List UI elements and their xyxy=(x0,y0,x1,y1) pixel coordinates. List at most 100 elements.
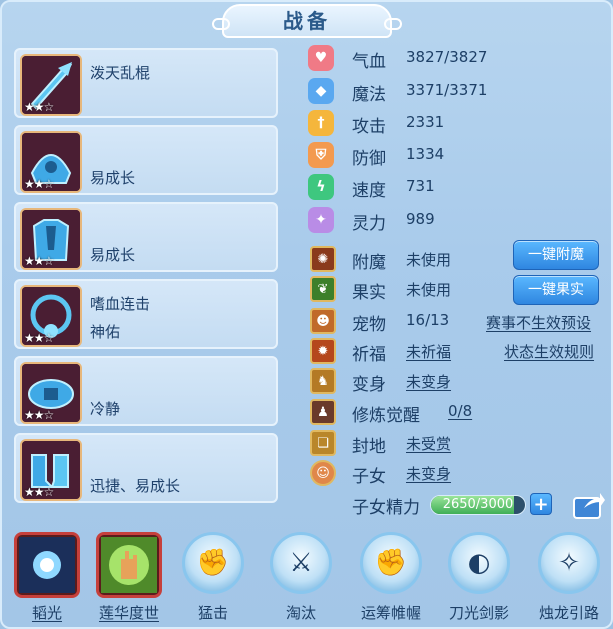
slot-label: 封地 xyxy=(352,437,386,457)
slot-value: 16/13 xyxy=(406,311,450,329)
slot-cultivate[interactable]: ♟ 修炼觉醒 0/8 xyxy=(308,399,608,427)
equip-slot-1[interactable]: ★★☆ 泼天乱棍 xyxy=(14,48,278,118)
slot-value[interactable]: 未受赏 xyxy=(406,433,451,454)
mana-icon: ◆ xyxy=(308,78,334,104)
one-key-enchant-button[interactable]: 一键附魔 xyxy=(513,240,599,270)
transform-icon: ♞ xyxy=(310,368,336,394)
necklace-icon: ★★☆ xyxy=(20,285,82,347)
heart-icon: ♥ xyxy=(308,45,334,71)
armor-icon: ★★☆ xyxy=(20,208,82,270)
skill-label: 刀光剑影 xyxy=(448,604,509,622)
skill-4[interactable]: ⚔ 淘汰 xyxy=(264,532,338,628)
stat-hp: ♥ 气血 3827/3827 xyxy=(308,45,608,73)
stat-label: 攻击 xyxy=(352,117,386,137)
skill-label: 淘汰 xyxy=(285,604,316,622)
skill-3[interactable]: ✊ 猛击 xyxy=(176,532,250,628)
slot-territory[interactable]: ❏ 封地 未受赏 xyxy=(308,430,608,458)
slot-label: 子女 xyxy=(352,467,386,487)
slot-transform[interactable]: ♞ 变身 未变身 xyxy=(308,368,608,396)
dragon-icon: ✧ xyxy=(538,532,600,594)
stat-mp: ◆ 魔法 3371/3371 xyxy=(308,78,608,106)
skill-label: 运筹帷幄 xyxy=(360,604,421,622)
share-icon[interactable] xyxy=(572,490,606,520)
slot-label: 变身 xyxy=(352,375,386,395)
blessing-icon: ✹ xyxy=(310,338,336,364)
slot-label: 附魔 xyxy=(352,253,386,273)
stat-label: 魔法 xyxy=(352,85,386,105)
meditation-icon: ♟ xyxy=(310,399,336,425)
skill-label: 猛击 xyxy=(197,604,228,622)
helmet-icon: ★★☆ xyxy=(20,131,82,193)
status-rule-link[interactable]: 状态生效规则 xyxy=(504,341,594,362)
stat-spirit: ✦ 灵力 989 xyxy=(308,207,608,235)
equip-attr: 迅捷、易成长 xyxy=(90,477,181,495)
fist-icon: ✊ xyxy=(182,532,244,594)
stat-label: 防御 xyxy=(352,149,386,169)
stat-label: 气血 xyxy=(352,52,386,72)
enchant-icon: ✺ xyxy=(310,246,336,272)
star-rating: ★★☆ xyxy=(24,100,54,114)
slot-value[interactable]: 0/8 xyxy=(448,402,472,420)
skill-2[interactable]: 莲华度世 xyxy=(92,532,166,628)
stat-label: 灵力 xyxy=(352,214,386,234)
equip-attr: 易成长 xyxy=(90,246,136,264)
equip-slot-2[interactable]: ★★☆ 易成长 xyxy=(14,125,278,195)
equip-attr: 易成长 xyxy=(90,169,136,187)
panel-title: 战备 xyxy=(212,4,402,38)
stat-defense: ⛨ 防御 1334 xyxy=(308,142,608,170)
boots-icon: ★★☆ xyxy=(20,439,82,501)
slot-value: 未使用 xyxy=(406,281,452,299)
lightning-icon: ϟ xyxy=(308,174,334,200)
equip-slot-6[interactable]: ★★☆ 迅捷、易成长 xyxy=(14,433,278,503)
belt-icon: ★★☆ xyxy=(20,362,82,424)
stat-attack: † 攻击 2331 xyxy=(308,110,608,138)
one-key-fruit-button[interactable]: 一键果实 xyxy=(513,275,599,305)
star-rating: ★★☆ xyxy=(24,408,54,422)
raised-fist-icon: ✊ xyxy=(360,532,422,594)
equip-name: 泼天乱棍 xyxy=(90,64,151,82)
stat-value: 1334 xyxy=(406,145,445,163)
skill-7[interactable]: ✧ 烛龙引路 xyxy=(532,532,606,628)
slot-value[interactable]: 未祈福 xyxy=(406,341,451,362)
tournament-preset-link[interactable]: 赛事不生效预设 xyxy=(486,312,591,333)
skill-label: 韬光 xyxy=(31,604,62,622)
child-icon: ☺ xyxy=(310,460,336,486)
lotus-hand-icon xyxy=(96,532,162,598)
slot-label: 果实 xyxy=(352,283,386,303)
child-energy-value: 2650/3000 xyxy=(442,497,514,512)
equip-name: 嗜血连击 xyxy=(90,295,151,313)
equip-attr: 神佑 xyxy=(90,323,121,341)
skill-label: 莲华度世 xyxy=(98,604,159,622)
spirit-icon: ✦ xyxy=(308,207,334,233)
equip-slot-4[interactable]: ★★☆ 嗜血连击 神佑 xyxy=(14,279,278,349)
equip-slot-5[interactable]: ★★☆ 冷静 xyxy=(14,356,278,426)
skill-5[interactable]: ✊ 运筹帷幄 xyxy=(354,532,428,628)
stat-value: 2331 xyxy=(406,113,445,131)
slot-value[interactable]: 未变身 xyxy=(406,463,451,484)
star-rating: ★★☆ xyxy=(24,485,54,499)
stat-speed: ϟ 速度 731 xyxy=(308,174,608,202)
shield-icon: ⛨ xyxy=(308,142,334,168)
stat-value: 989 xyxy=(406,210,435,228)
child-energy-label: 子女精力 xyxy=(352,498,420,518)
skill-label: 烛龙引路 xyxy=(538,604,599,622)
slot-label: 宠物 xyxy=(352,315,386,335)
stat-value: 3371/3371 xyxy=(406,81,488,99)
stat-label: 速度 xyxy=(352,181,386,201)
stat-value: 3827/3827 xyxy=(406,48,488,66)
sword-slash-icon: ◐ xyxy=(448,532,510,594)
child-energy-bar: 2650/3000 xyxy=(430,495,526,515)
skill-6[interactable]: ◐ 刀光剑影 xyxy=(442,532,516,628)
equip-attr: 冷静 xyxy=(90,400,121,418)
equip-slot-3[interactable]: ★★☆ 易成长 xyxy=(14,202,278,272)
slot-label: 修炼觉醒 xyxy=(352,406,420,426)
fruit-icon: ❦ xyxy=(310,276,336,302)
skill-1[interactable]: 韬光 xyxy=(10,532,84,628)
sword-icon: † xyxy=(308,110,334,136)
slot-children[interactable]: ☺ 子女 未变身 xyxy=(308,460,608,488)
blade-icon: ⚔ xyxy=(270,532,332,594)
equipment-panel: 战备 ★★☆ 泼天乱棍 ★★☆ 易成长 ★★☆ 易成长 ★★☆ 嗜血连击 神佑 … xyxy=(0,0,613,629)
slot-value[interactable]: 未变身 xyxy=(406,371,451,392)
slot-label: 祈福 xyxy=(352,345,386,365)
add-energy-button[interactable]: + xyxy=(530,493,552,515)
